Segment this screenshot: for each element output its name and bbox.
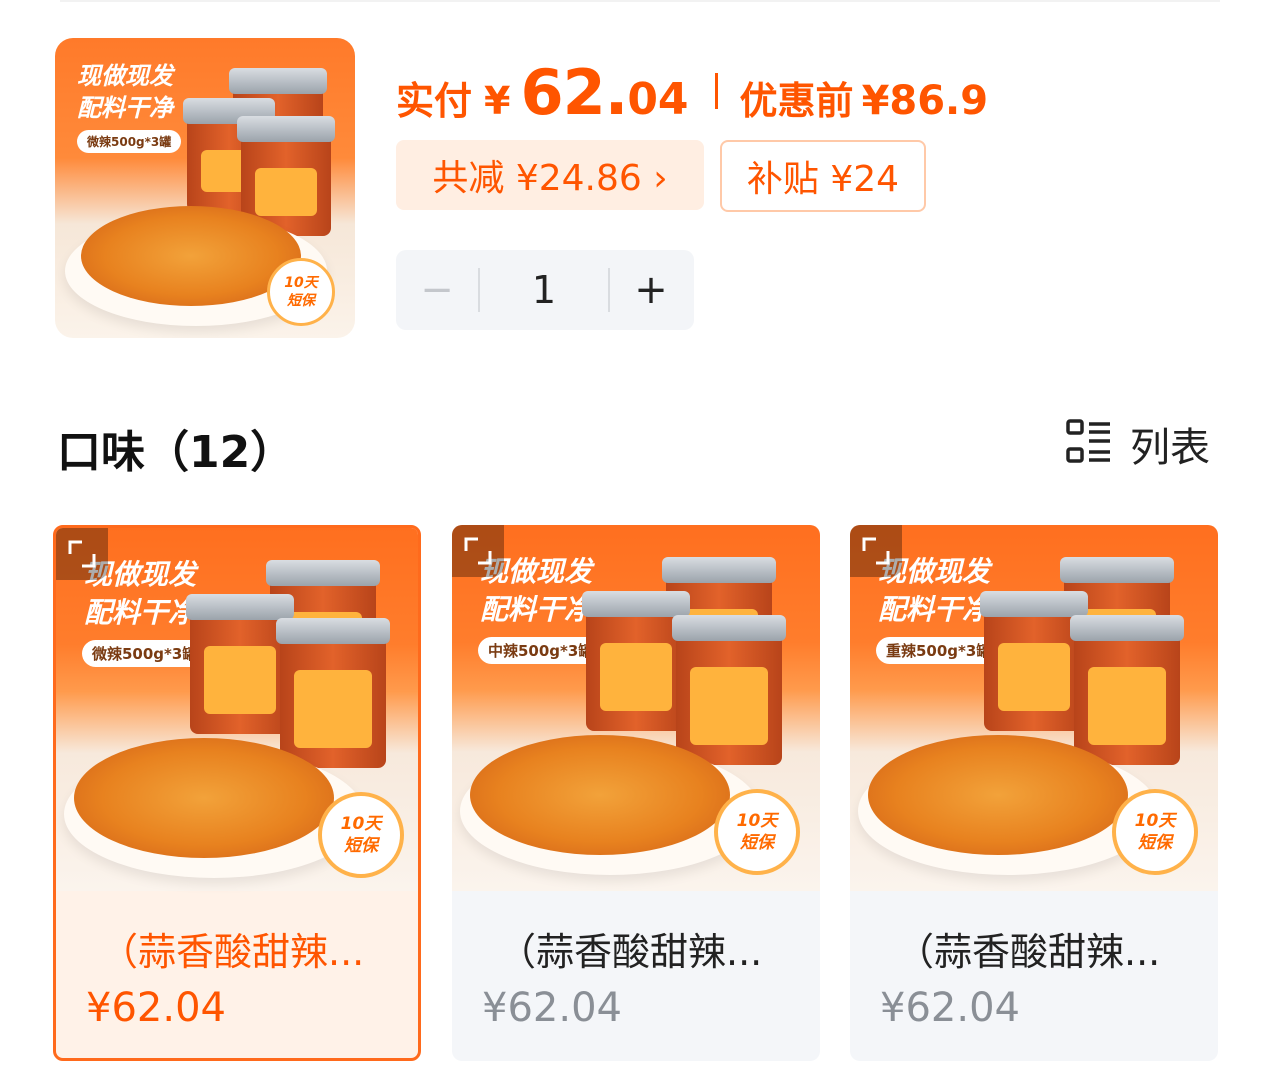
jar [672,615,786,765]
flavor-image: 现做现发 配料干净 微辣500g*3罐 10天 短保 [56,528,418,891]
chicken-feet [470,735,730,855]
thumbnail-chip: 微辣500g*3罐 [77,130,182,153]
flavor-image-headline-line-2: 配料干净 [480,593,593,626]
list-view-icon [1066,419,1112,469]
flavor-price: ¥62.04 [482,985,622,1031]
quantity-stepper: − 1 + [396,250,694,330]
product-thumbnail[interactable]: 现做现发 配料干净 微辣500g*3罐 10天 短保 [55,38,355,338]
flavor-image-chip: 重辣500g*3罐 [876,637,1002,664]
original-price-label: 优惠前 [739,79,854,123]
quantity-value[interactable]: 1 [480,268,608,312]
shelf-life-badge: 10天 短保 [318,792,404,878]
list-view-label: 列表 [1130,425,1210,471]
jar [276,618,390,768]
flavor-card[interactable]: 现做现发 配料干净 中辣500g*3罐 10天 短保 （蒜香酸甜辣... ¥62.… [452,525,820,1061]
price-row: 实付 ¥ 62. 04 优惠前 ¥86.9 [396,56,989,129]
thumbnail-headline-line-1: 现做现发 [77,62,173,90]
price-decimal: 04 [627,74,689,125]
flavor-image-headline-line-2: 配料干净 [84,596,197,629]
enlarge-icon[interactable] [850,525,902,577]
flavor-price: ¥62.04 [880,985,1020,1031]
paid-label: 实付 [396,79,473,123]
original-price: ¥86.9 [861,78,989,124]
price-integer: 62. [520,56,628,129]
enlarge-icon[interactable] [56,528,108,580]
subsidy-tag: 补贴 ¥24 [720,140,926,212]
chicken-feet [74,738,334,858]
total-discount-tag[interactable]: 共减 ¥24.86 › [396,140,704,210]
list-view-toggle[interactable]: 列表 [1066,419,1210,471]
flavor-image-chip: 微辣500g*3罐 [82,640,208,667]
thumbnail-headline-line-2: 配料干净 [77,94,173,122]
jar [186,594,294,734]
flavor-image: 现做现发 配料干净 中辣500g*3罐 10天 短保 [452,525,820,891]
flavor-name: （蒜香酸甜辣... [100,930,365,974]
shelf-life-badge: 10天 短保 [714,789,800,875]
flavor-price: ¥62.04 [86,985,226,1031]
jar [1070,615,1184,765]
decrease-button[interactable]: − [396,250,478,330]
flavor-image-chip: 中辣500g*3罐 [478,637,604,664]
flavor-name: （蒜香酸甜辣... [498,930,763,974]
chicken-feet [868,735,1128,855]
flavor-name: （蒜香酸甜辣... [896,930,1161,974]
flavor-image-headline-line-2: 配料干净 [878,593,991,626]
shelf-life-badge: 10天 短保 [1112,789,1198,875]
jar [980,591,1088,731]
flavor-card[interactable]: 现做现发 配料干净 微辣500g*3罐 10天 短保 （蒜香酸甜辣... ¥62.… [53,525,421,1061]
shelf-life-badge: 10天 短保 [267,258,335,326]
price-separator [714,73,718,109]
currency-symbol: ¥ [484,79,511,123]
increase-button[interactable]: + [610,250,692,330]
jar [582,591,690,731]
thumbnail-headline: 现做现发 配料干净 [77,60,173,124]
top-divider [60,0,1220,2]
flavor-card[interactable]: 现做现发 配料干净 重辣500g*3罐 10天 短保 （蒜香酸甜辣... ¥62.… [850,525,1218,1061]
enlarge-icon[interactable] [452,525,504,577]
flavor-image: 现做现发 配料干净 重辣500g*3罐 10天 短保 [850,525,1218,891]
flavor-section-title: 口味（12） [57,427,295,478]
